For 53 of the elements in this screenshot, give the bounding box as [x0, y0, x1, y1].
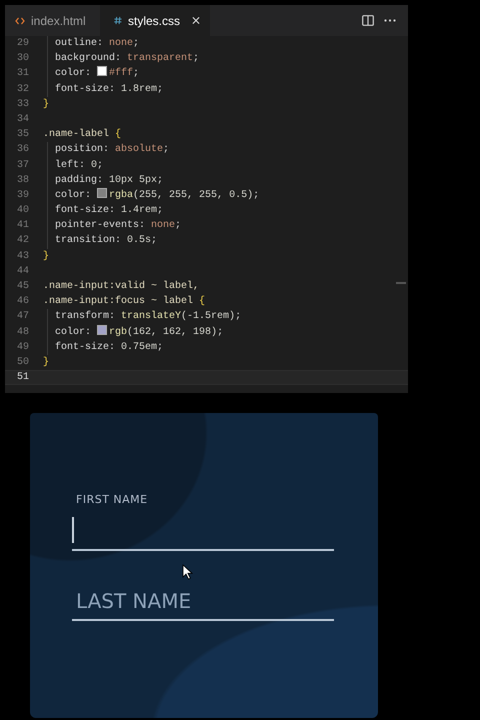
- code-line: left: 0;: [55, 158, 104, 172]
- file-tab[interactable]: index.html: [5, 5, 100, 36]
- code-line: transition: 0.5s;: [55, 234, 158, 248]
- line-number: 33: [16, 98, 29, 112]
- line-number: 40: [16, 204, 29, 218]
- line-number: 30: [16, 52, 29, 66]
- code-line: .name-input:focus ~ label {: [43, 294, 206, 310]
- line-number: 35: [16, 128, 29, 142]
- line-number: 36: [16, 143, 29, 158]
- name-field[interactable]: LAST NAME: [72, 563, 334, 621]
- code-line: padding: 10px 5px;: [55, 174, 164, 188]
- mouse-pointer-icon: [182, 564, 193, 580]
- code-line: background: transparent;: [55, 52, 200, 66]
- code-line: color: rgba(255, 255, 255, 0.5);: [55, 188, 260, 203]
- line-number: 34: [16, 112, 29, 127]
- line-number: 42: [16, 234, 29, 248]
- code-line: color: #fff;: [55, 66, 140, 82]
- code-line: }: [43, 356, 50, 370]
- line-number: 29: [16, 37, 29, 51]
- code-line: pointer-events: none;: [55, 218, 182, 234]
- more-icon[interactable]: [384, 19, 396, 22]
- line-number: 39: [16, 188, 29, 203]
- hash-icon: [114, 16, 122, 25]
- line-number: 31: [16, 67, 29, 82]
- code-line: position: absolute;: [55, 142, 170, 158]
- split-editor-icon[interactable]: [362, 15, 374, 26]
- line-number: 46: [16, 295, 29, 310]
- line-number: 38: [16, 174, 29, 188]
- code-line: transform: translateY(-1.5rem);: [55, 310, 242, 324]
- line-number: 49: [16, 340, 29, 355]
- code-line: .name-input:valid ~ label,: [43, 280, 200, 294]
- line-number: 50: [16, 356, 29, 370]
- line-number: 48: [16, 326, 29, 340]
- code-line: outline: none;: [55, 36, 140, 51]
- line-number: 32: [16, 82, 29, 97]
- code-line: font-size: 0.75em;: [55, 340, 164, 355]
- code-line: font-size: 1.8rem;: [55, 82, 164, 97]
- code-brackets-icon: [15, 16, 25, 24]
- line-number: 43: [16, 250, 29, 264]
- code-line: }: [43, 98, 50, 112]
- line-number: 51: [16, 371, 29, 386]
- line-number: 41: [16, 219, 29, 234]
- name-field[interactable]: FIRST NAME: [72, 493, 334, 551]
- close-icon[interactable]: [192, 16, 200, 25]
- code-line: }: [43, 250, 50, 264]
- line-number: 37: [16, 158, 29, 172]
- line-number: 47: [16, 310, 29, 324]
- code-line: font-size: 1.4rem;: [55, 204, 164, 218]
- line-number: 44: [16, 264, 29, 279]
- code-line: color: rgb(162, 162, 198);: [55, 324, 224, 340]
- code-line: .name-label {: [43, 128, 122, 142]
- line-number: 45: [16, 280, 29, 294]
- file-tab[interactable]: styles.css: [100, 5, 210, 36]
